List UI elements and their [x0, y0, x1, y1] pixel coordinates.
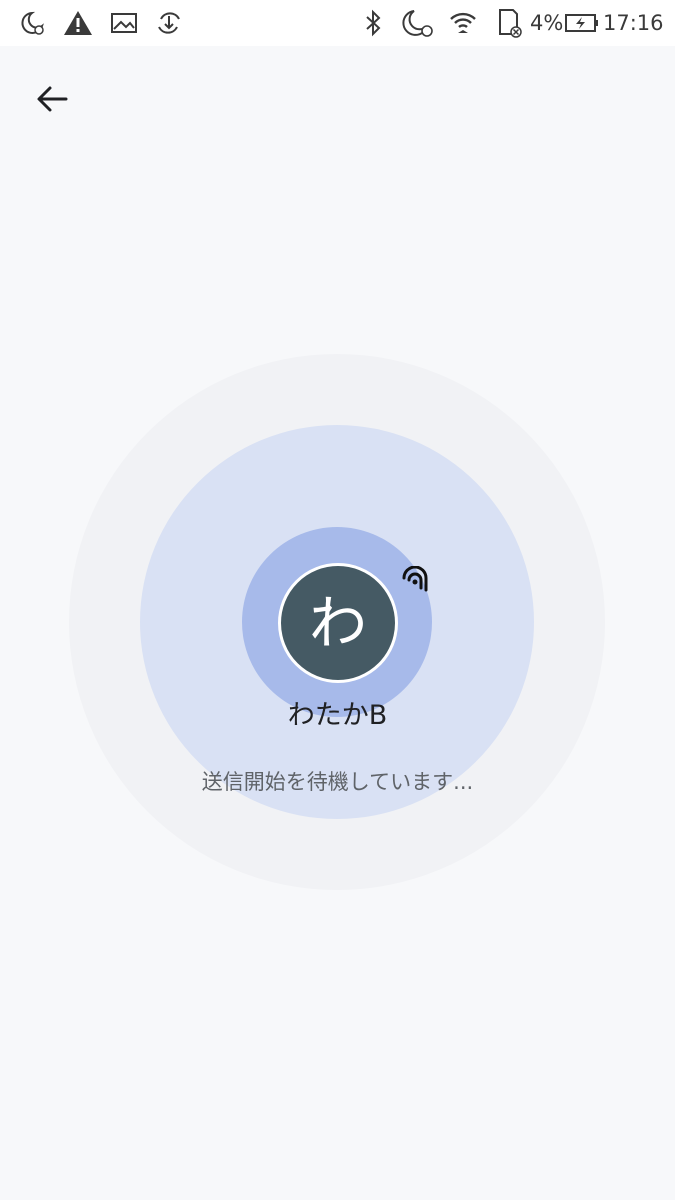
bluetooth-icon	[360, 8, 386, 38]
waiting-status-text: 送信開始を待機しています...	[201, 770, 474, 794]
arrow-back-icon	[37, 86, 68, 112]
back-button[interactable]	[26, 73, 78, 125]
device-avatar[interactable]: わ	[278, 563, 398, 683]
sd-card-icon	[494, 8, 524, 38]
status-bar: 4% 17:16	[0, 0, 675, 46]
moon-alarm-icon	[18, 8, 48, 38]
device-name: わたかB	[287, 700, 388, 731]
warning-icon	[62, 8, 94, 38]
moon-alarm-icon	[400, 8, 436, 38]
image-icon	[109, 8, 139, 38]
battery-charging-icon	[563, 8, 601, 38]
battery-percent: 4%	[530, 11, 564, 35]
nearby-signal-icon	[400, 565, 430, 594]
sync-download-icon	[154, 8, 184, 38]
avatar-initial: わ	[308, 589, 367, 657]
wifi-icon	[447, 8, 479, 38]
clock-time: 17:16	[603, 11, 664, 35]
